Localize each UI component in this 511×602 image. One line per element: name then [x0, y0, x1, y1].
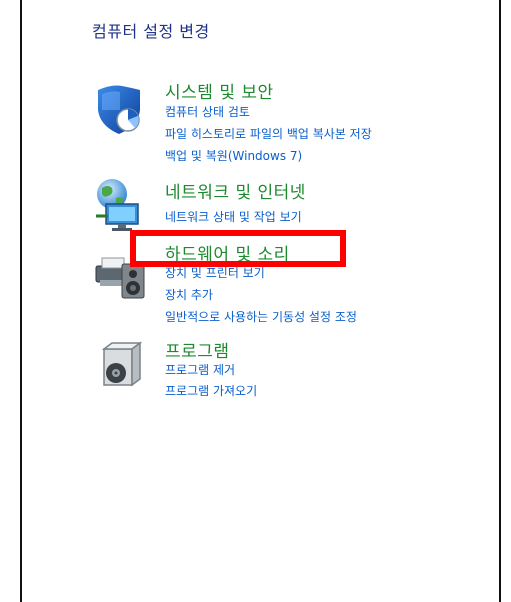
link-backup-restore[interactable]: 백업 및 복원(Windows 7)	[165, 147, 302, 164]
printer-speaker-icon[interactable]	[92, 244, 150, 302]
page-title: 컴퓨터 설정 변경	[92, 22, 210, 41]
shield-icon[interactable]	[92, 80, 150, 138]
program-box-icon[interactable]	[92, 339, 150, 397]
category-title[interactable]: 하드웨어 및 소리	[165, 240, 290, 265]
category-title[interactable]: 프로그램	[165, 337, 230, 362]
link-add-device[interactable]: 장치 추가	[165, 286, 213, 303]
category-title[interactable]: 시스템 및 보안	[165, 78, 274, 103]
link-get-programs[interactable]: 프로그램 가져오기	[165, 382, 257, 399]
link-uninstall-program[interactable]: 프로그램 제거	[165, 361, 235, 378]
link-network-status-tasks[interactable]: 네트워크 상태 및 작업 보기	[165, 208, 302, 225]
network-globe-icon[interactable]	[92, 176, 150, 234]
link-devices-printers[interactable]: 장치 및 프린터 보기	[165, 264, 265, 281]
link-file-history-backup[interactable]: 파일 히스토리로 파일의 백업 복사본 저장	[165, 125, 372, 142]
link-review-computer-status[interactable]: 컴퓨터 상태 검토	[165, 103, 250, 120]
category-title[interactable]: 네트워크 및 인터넷	[165, 178, 306, 203]
link-mobility-settings[interactable]: 일반적으로 사용하는 기동성 설정 조정	[165, 308, 357, 325]
